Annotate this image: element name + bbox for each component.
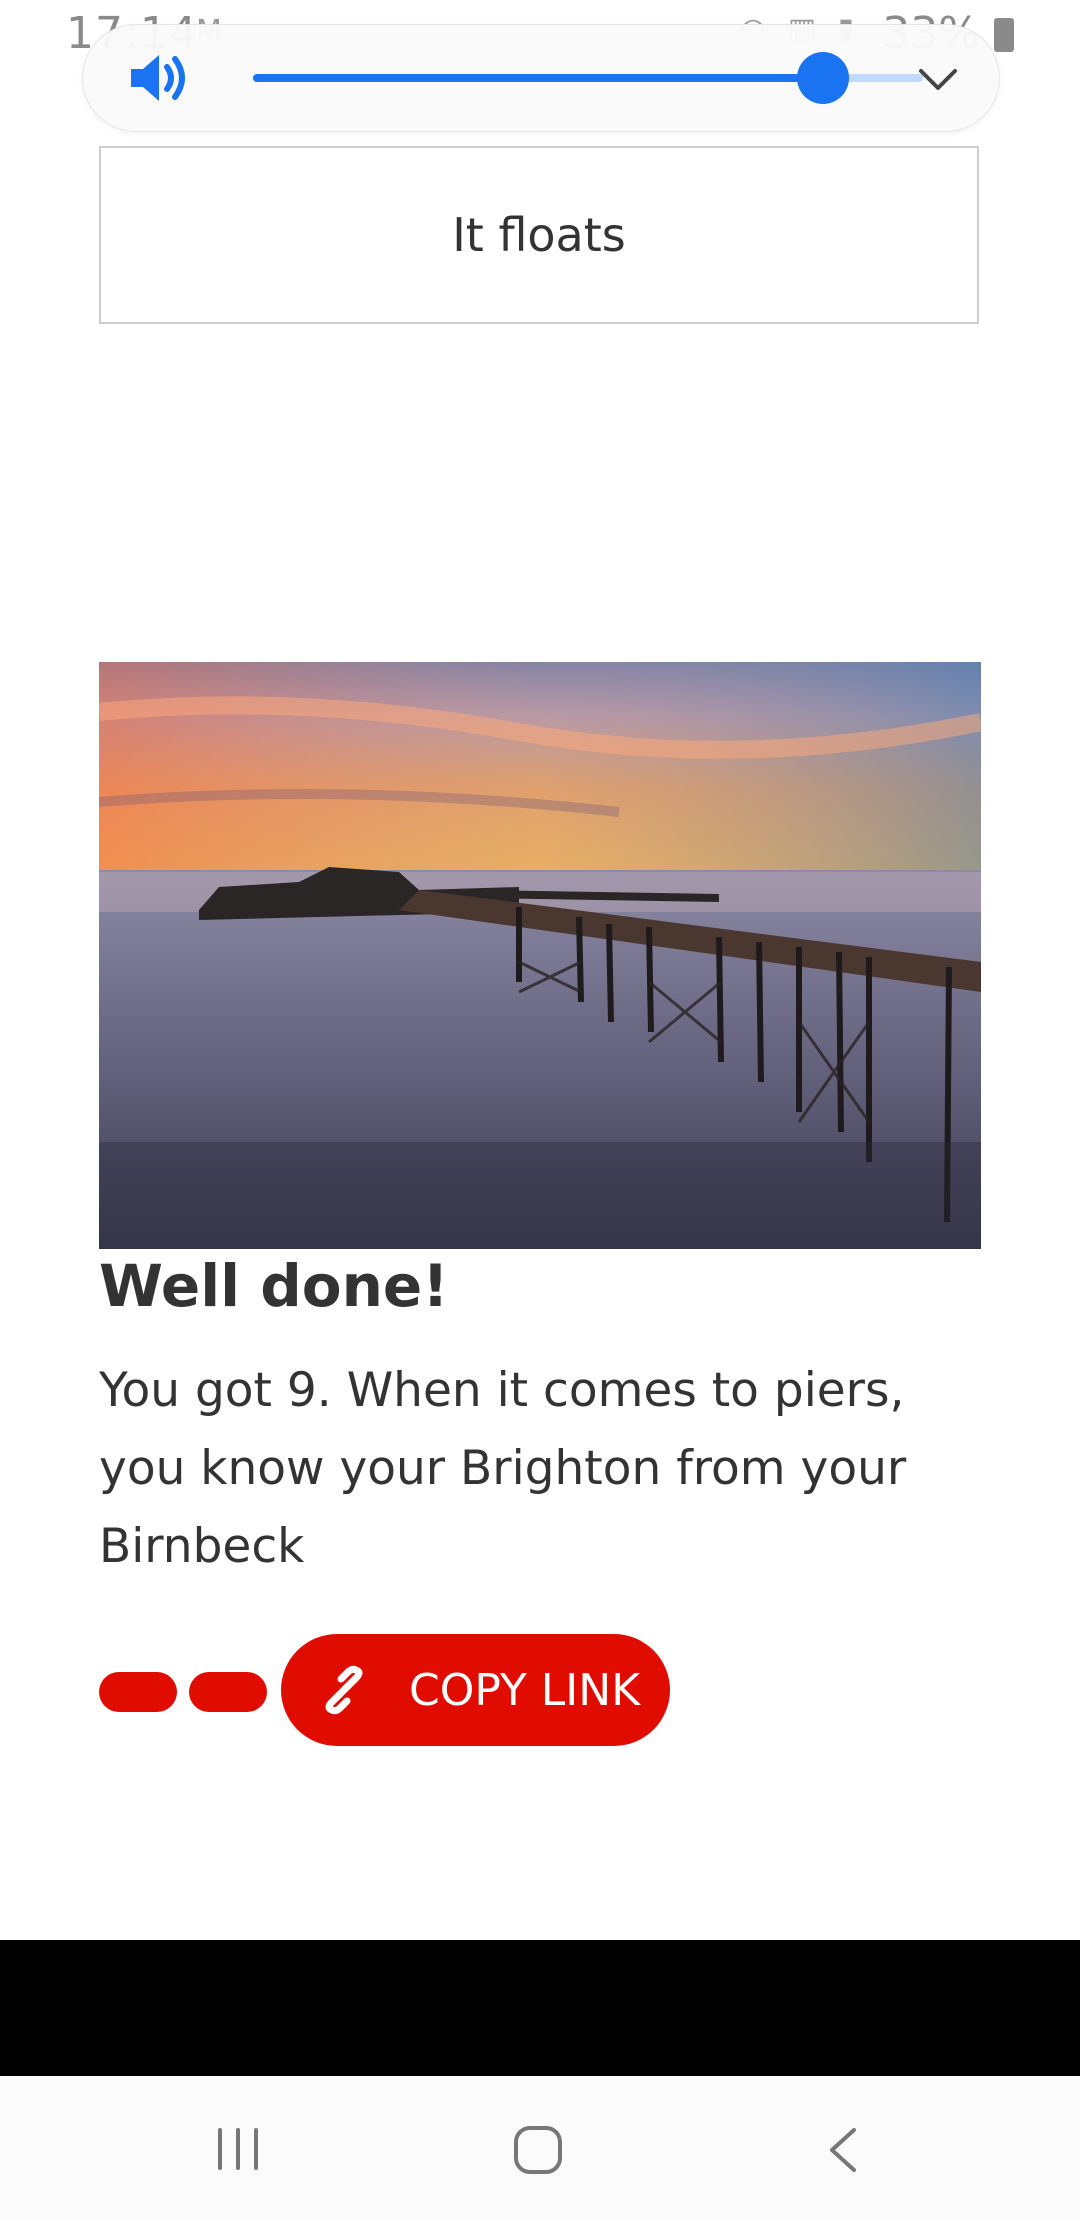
copy-link-button[interactable]: COPY LINK (281, 1634, 670, 1746)
volume-slider-thumb[interactable] (796, 52, 849, 104)
home-icon[interactable] (512, 2124, 564, 2176)
result-image (99, 662, 981, 1249)
volume-slider-fill (253, 74, 823, 82)
chevron-down-icon[interactable] (913, 55, 963, 105)
back-icon[interactable] (824, 2126, 860, 2174)
result-message: You got 9. When it comes to piers, you k… (99, 1363, 907, 1574)
navigation-bar (0, 2076, 1080, 2220)
volume-panel (82, 24, 1000, 132)
result-title: Well done! (99, 1252, 449, 1320)
answer-option-label: It floats (452, 208, 626, 262)
link-icon (325, 1665, 363, 1715)
battery-icon (994, 18, 1014, 52)
share-button-2[interactable] (189, 1672, 267, 1712)
share-button-1[interactable] (99, 1672, 177, 1712)
black-banner (0, 1940, 1080, 2076)
answer-option[interactable]: It floats (99, 146, 979, 324)
recent-apps-icon[interactable] (214, 2128, 262, 2170)
volume-slider[interactable] (253, 52, 923, 104)
speaker-icon[interactable] (129, 51, 193, 105)
copy-link-label: COPY LINK (409, 1664, 641, 1716)
